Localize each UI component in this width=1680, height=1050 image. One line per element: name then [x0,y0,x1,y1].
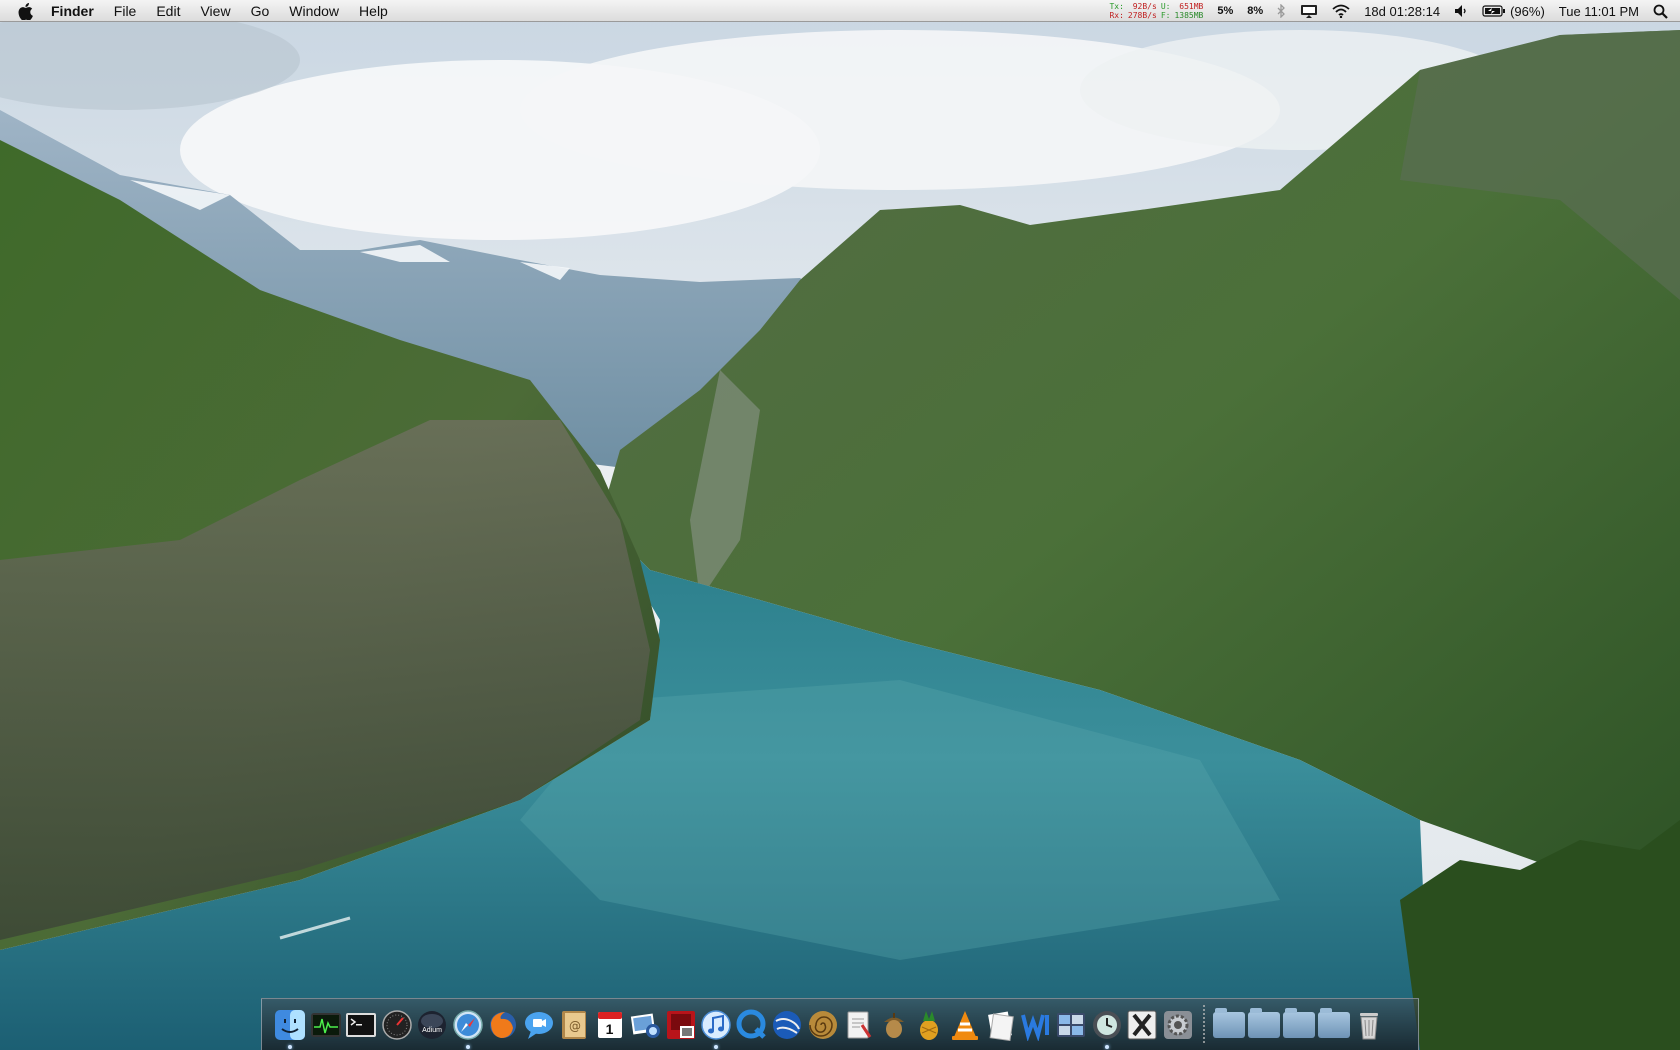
u-label: U: [1160,2,1171,11]
desktop: Finder File Edit View Go Window Help Tx:… [0,0,1680,1050]
ical-date: 1 [605,1021,614,1037]
tx-label: Tx: [1109,2,1124,11]
f-value: 1385MB [1174,11,1204,20]
dock-terminal[interactable] [345,1009,377,1041]
running-indicator [288,1045,292,1049]
uptime-readout[interactable]: 18d 01:28:14 [1364,4,1440,19]
firefox-icon [490,1012,516,1038]
dock-trash[interactable] [1353,1009,1385,1041]
spotlight-search-icon[interactable] [1653,4,1668,19]
spaces-icon [1057,1013,1085,1037]
apple-menu-icon[interactable] [18,2,35,20]
dock-script-editor[interactable] [842,1009,874,1041]
dock-system-preferences[interactable] [1162,1009,1194,1041]
volume-icon[interactable] [1454,4,1468,18]
rx-value: 278B/s [1127,11,1157,20]
dock-stack-downloads[interactable] [1283,1008,1315,1038]
u-value: 651MB [1179,2,1204,11]
address-book-icon: @ [562,1011,586,1039]
running-indicator [714,1045,718,1049]
dock-adium[interactable]: Adium [416,1009,448,1041]
iphoto-icon [630,1013,660,1038]
menu-go[interactable]: Go [251,0,270,22]
wave-app-icon [1020,1014,1049,1041]
dock-google-earth[interactable] [771,1009,803,1041]
x11-icon [1127,1010,1157,1040]
rx-label: Rx: [1109,11,1124,20]
dock-wireshark[interactable] [1020,1009,1052,1041]
menu-help[interactable]: Help [359,0,388,22]
dock-iphoto[interactable] [629,1009,661,1041]
menu-file[interactable]: File [114,0,137,22]
menu-edit[interactable]: Edit [156,0,180,22]
svg-text:@: @ [569,1019,581,1033]
dock: Adium @ 1 [261,998,1419,1050]
quicktime-icon [736,1009,766,1039]
battery-percentage[interactable]: (96%) [1510,4,1545,19]
dock-activity-monitor[interactable] [310,1009,342,1041]
dashboard-icon [381,1010,412,1040]
activity-monitor-icon [310,1013,341,1037]
dock-vlc[interactable] [949,1009,981,1041]
f-label: F: [1160,11,1171,20]
dock-stack-applications[interactable] [1213,1008,1245,1038]
system-preferences-icon [1163,1011,1192,1039]
terminal-icon [346,1013,376,1037]
dock-ical[interactable]: 1 [594,1009,626,1041]
dock-quicktime[interactable] [736,1009,768,1041]
dock-time-machine[interactable] [1091,1009,1123,1049]
dock-photo-booth[interactable] [665,1009,697,1041]
dock-preview[interactable] [984,1009,1016,1041]
menu-view[interactable]: View [200,0,230,22]
ichat-icon [524,1012,553,1039]
time-machine-icon [1092,1011,1121,1039]
dock-address-book[interactable]: @ [558,1009,590,1041]
safari-icon [452,1010,483,1040]
running-indicator [1104,1045,1109,1049]
dock-ichat[interactable] [523,1009,555,1041]
cpu-usage-1[interactable]: 5% [1217,5,1233,17]
dock-safari[interactable] [452,1009,484,1049]
running-indicator [465,1045,470,1049]
tx-value: 92B/s [1132,2,1157,11]
dock-stack-documents[interactable] [1248,1008,1280,1038]
script-editor-icon [847,1011,872,1039]
preview-icon [988,1011,1014,1041]
spiral-app-icon [808,1011,837,1039]
dock-x11[interactable] [1126,1009,1158,1041]
network-monitor[interactable]: Tx: 92B/s U: 651MB Rx: 278B/s F: 1385MB [1109,2,1203,20]
dock-itunes[interactable] [700,1009,732,1049]
dock-finder[interactable] [274,1009,306,1049]
cpu-usage-2[interactable]: 8% [1247,5,1263,17]
acorn-icon [883,1013,904,1038]
dock-camino[interactable] [807,1009,839,1041]
adium-icon [418,1011,446,1039]
dock-acorn[interactable] [878,1009,910,1041]
bluetooth-icon[interactable] [1277,4,1286,18]
menu-window[interactable]: Window [289,0,339,22]
dock-firefox[interactable] [487,1009,519,1041]
menu-bar: Finder File Edit View Go Window Help Tx:… [0,0,1680,22]
dock-spaces[interactable] [1055,1009,1087,1041]
dock-separator [1203,1005,1205,1045]
menu-app-name[interactable]: Finder [51,0,94,22]
dock-cocktail[interactable] [913,1009,945,1041]
finder-icon [275,1010,305,1040]
display-mirroring-icon[interactable] [1300,4,1318,18]
adium-label: Adium [422,1027,442,1034]
dock-stack-pictures[interactable] [1318,1008,1350,1038]
itunes-icon [701,1010,731,1040]
wifi-icon[interactable] [1332,4,1350,18]
google-earth-icon [773,1011,801,1039]
desktop-wallpaper [0,0,1680,1050]
trash-icon [1360,1013,1378,1040]
dock-dashboard[interactable] [381,1009,413,1041]
battery-icon[interactable] [1482,5,1506,17]
pineapple-icon [920,1011,938,1040]
vlc-icon [951,1011,978,1040]
menu-clock[interactable]: Tue 11:01 PM [1559,4,1639,19]
photo-booth-icon [666,1011,695,1039]
